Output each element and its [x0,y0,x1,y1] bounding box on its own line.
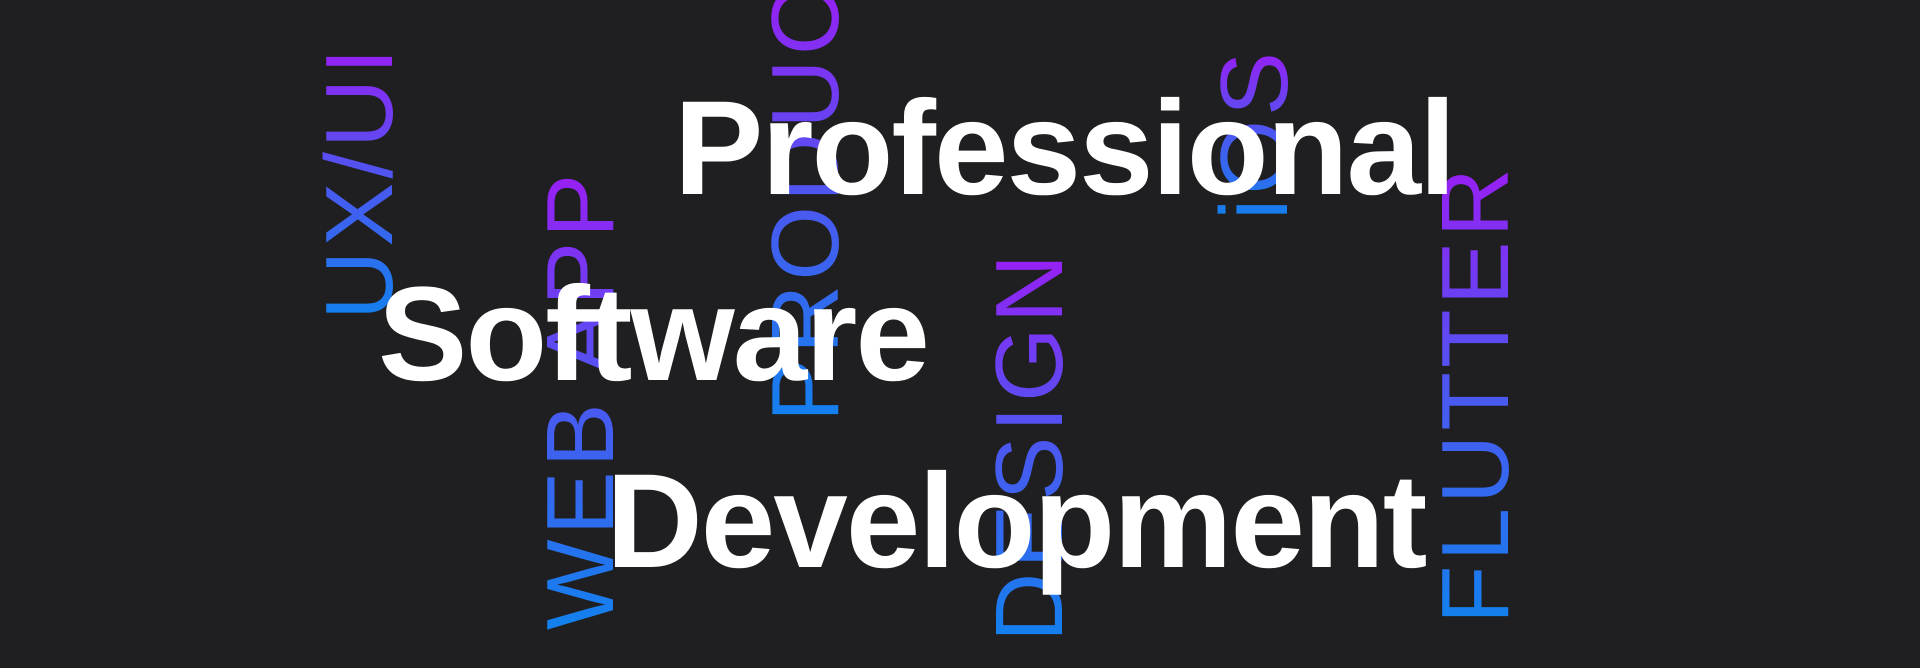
headline-software: Software [378,260,930,409]
headline-professional: Professional [674,74,1456,223]
tag-flutter: FLUTTER [1422,164,1529,624]
word-cloud-banner: UX/UI WEB APP PRODUC DESIGN iOS FLUTTER … [0,0,1920,668]
headline-development: Development [606,447,1427,596]
